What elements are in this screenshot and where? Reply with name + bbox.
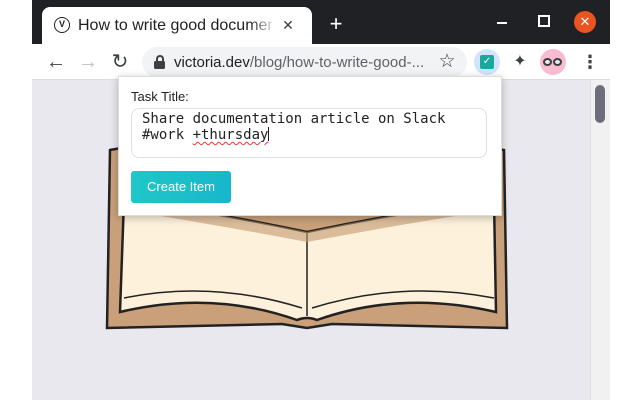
tab-active[interactable]: V How to write good documentation ✕ bbox=[42, 7, 312, 44]
back-button[interactable]: ← bbox=[44, 50, 68, 74]
menu-kebab-icon[interactable]: ⋮ bbox=[578, 50, 602, 74]
reload-button[interactable]: ↻ bbox=[108, 50, 132, 74]
window-close-icon[interactable]: ✕ bbox=[574, 11, 596, 33]
site-favicon-icon: V bbox=[54, 17, 70, 33]
task-text-line1: Share documentation article on Slack bbox=[142, 111, 446, 127]
url-path: /blog/how-to-write-good-... bbox=[249, 54, 425, 71]
url-domain: victoria.dev bbox=[174, 54, 250, 71]
minimize-icon[interactable] bbox=[494, 14, 510, 30]
browser-window: V How to write good documentation ✕ + ✕ … bbox=[32, 0, 610, 400]
glasses-right-icon bbox=[553, 58, 562, 66]
url-text[interactable]: victoria.dev/blog/how-to-write-good-... bbox=[174, 54, 424, 71]
browser-toolbar: ← → ↻ victoria.dev/blog/how-to-write-goo… bbox=[32, 44, 610, 80]
bookmark-star-icon[interactable]: ☆ bbox=[436, 51, 458, 73]
page-scrollbar[interactable] bbox=[590, 80, 610, 400]
todo-extension-icon[interactable]: ✓ bbox=[474, 49, 500, 75]
tab-close-icon[interactable]: ✕ bbox=[278, 15, 298, 35]
task-title-label: Task Title: bbox=[131, 89, 189, 104]
task-text-tags: #work bbox=[142, 127, 193, 143]
scrollbar-thumb[interactable] bbox=[595, 85, 605, 123]
glasses-left-icon bbox=[543, 58, 552, 66]
task-tag-day: +thursday bbox=[192, 127, 269, 143]
profile-avatar[interactable] bbox=[540, 49, 566, 75]
tab-title: How to write good documentation bbox=[78, 17, 272, 34]
task-title-input[interactable]: Share documentation article on Slack #wo… bbox=[131, 108, 487, 158]
text-caret bbox=[268, 127, 270, 141]
address-bar[interactable]: victoria.dev/blog/how-to-write-good-... … bbox=[142, 47, 467, 77]
extension-popup: Task Title: Share documentation article … bbox=[118, 76, 502, 216]
new-tab-button[interactable]: + bbox=[324, 12, 348, 36]
tab-title-fade bbox=[248, 11, 278, 39]
puzzle-icon[interactable]: ✦ bbox=[508, 50, 532, 74]
tab-strip: V How to write good documentation ✕ + ✕ bbox=[32, 0, 610, 44]
create-item-button[interactable]: Create Item bbox=[131, 171, 231, 203]
maximize-icon[interactable] bbox=[538, 15, 550, 27]
forward-button[interactable]: → bbox=[76, 50, 100, 74]
todo-check-icon: ✓ bbox=[480, 55, 494, 69]
lock-icon[interactable] bbox=[154, 55, 165, 69]
